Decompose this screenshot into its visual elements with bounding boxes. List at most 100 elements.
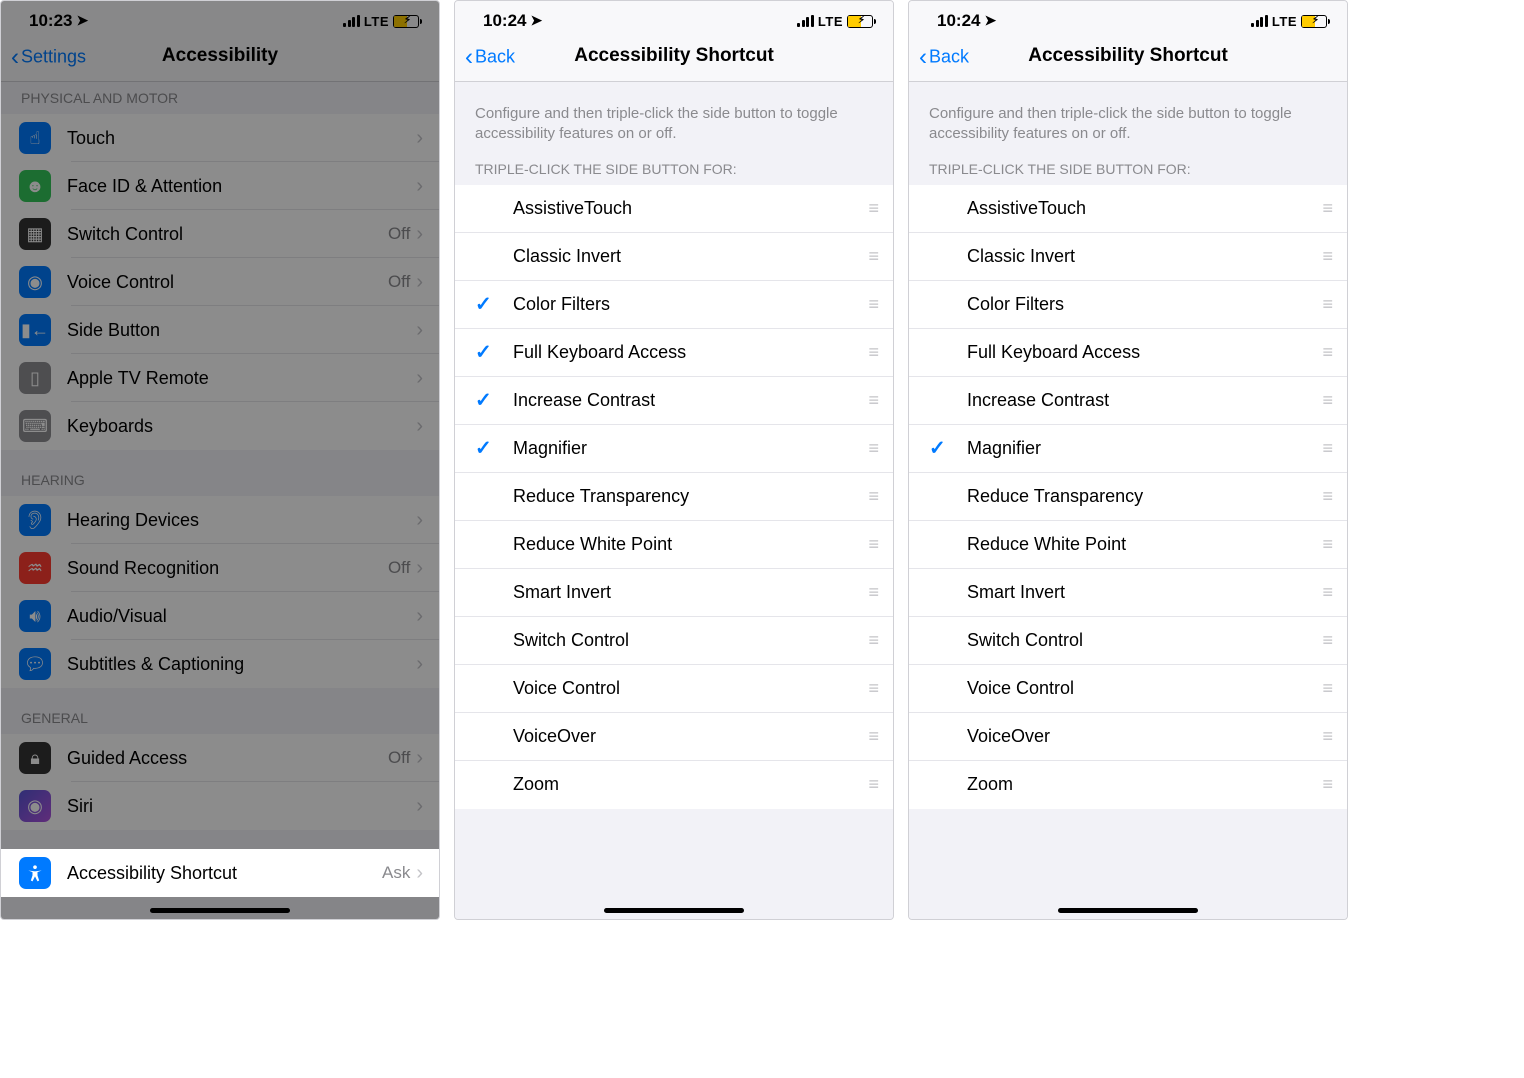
shortcut-row[interactable]: Voice Control≡ — [909, 665, 1347, 713]
voice-control-icon: ◉ — [19, 266, 51, 298]
shortcut-row[interactable]: Reduce White Point≡ — [909, 521, 1347, 569]
drag-handle-icon[interactable]: ≡ — [1322, 486, 1331, 507]
shortcut-row[interactable]: ✓Magnifier≡ — [909, 425, 1347, 473]
shortcut-row-label: Full Keyboard Access — [967, 342, 1322, 363]
row-accessibility-shortcut[interactable]: Accessibility Shortcut Ask › — [1, 849, 439, 897]
shortcut-row-label: Smart Invert — [967, 582, 1322, 603]
settings-content: PHYSICAL AND MOTOR ☝︎ Touch › ☻ Face ID … — [1, 82, 439, 919]
row-subtitles[interactable]: 💬︎ Subtitles & Captioning › — [1, 640, 439, 688]
drag-handle-icon[interactable]: ≡ — [1322, 678, 1331, 699]
shortcut-row[interactable]: Classic Invert≡ — [909, 233, 1347, 281]
row-value: Off — [388, 224, 410, 244]
row-side-button[interactable]: ▮← Side Button › — [1, 306, 439, 354]
drag-handle-icon[interactable]: ≡ — [868, 342, 877, 363]
shortcut-row[interactable]: AssistiveTouch≡ — [909, 185, 1347, 233]
row-keyboards[interactable]: ⌨︎ Keyboards › — [1, 402, 439, 450]
chevron-right-icon: › — [416, 605, 423, 628]
shortcut-row[interactable]: AssistiveTouch≡ — [455, 185, 893, 233]
list-physical: ☝︎ Touch › ☻ Face ID & Attention › ▦ Swi… — [1, 114, 439, 450]
shortcut-row[interactable]: ✓Increase Contrast≡ — [455, 377, 893, 425]
subtitles-icon: 💬︎ — [19, 648, 51, 680]
row-switch-control[interactable]: ▦ Switch Control Off › — [1, 210, 439, 258]
row-siri[interactable]: ◉ Siri › — [1, 782, 439, 830]
shortcut-row[interactable]: Increase Contrast≡ — [909, 377, 1347, 425]
location-arrow-icon: ➤ — [530, 12, 542, 29]
shortcut-row[interactable]: Classic Invert≡ — [455, 233, 893, 281]
drag-handle-icon[interactable]: ≡ — [868, 294, 877, 315]
back-button[interactable]: ‹ Settings — [11, 47, 86, 68]
shortcut-row-label: Reduce Transparency — [967, 486, 1322, 507]
row-hearing-devices[interactable]: 👂︎ Hearing Devices › — [1, 496, 439, 544]
shortcut-row-label: Magnifier — [967, 438, 1322, 459]
shortcut-row[interactable]: Reduce Transparency≡ — [455, 473, 893, 521]
drag-handle-icon[interactable]: ≡ — [868, 438, 877, 459]
shortcut-row-label: VoiceOver — [513, 726, 868, 747]
row-label: Siri — [67, 796, 416, 817]
shortcut-row[interactable]: Switch Control≡ — [909, 617, 1347, 665]
drag-handle-icon[interactable]: ≡ — [868, 726, 877, 747]
shortcut-row[interactable]: ✓Full Keyboard Access≡ — [455, 329, 893, 377]
row-apple-tv-remote[interactable]: ▯ Apple TV Remote › — [1, 354, 439, 402]
drag-handle-icon[interactable]: ≡ — [868, 486, 877, 507]
drag-handle-icon[interactable]: ≡ — [868, 582, 877, 603]
row-faceid[interactable]: ☻ Face ID & Attention › — [1, 162, 439, 210]
row-sound-recognition[interactable]: ♒︎ Sound Recognition Off › — [1, 544, 439, 592]
drag-handle-icon[interactable]: ≡ — [1322, 342, 1331, 363]
shortcut-row[interactable]: Smart Invert≡ — [455, 569, 893, 617]
drag-handle-icon[interactable]: ≡ — [868, 630, 877, 651]
row-guided-access[interactable]: 🔒︎ Guided Access Off › — [1, 734, 439, 782]
shortcut-row[interactable]: Full Keyboard Access≡ — [909, 329, 1347, 377]
back-button[interactable]: ‹ Back — [465, 47, 515, 68]
back-button[interactable]: ‹ Back — [919, 47, 969, 68]
shortcut-content: Configure and then triple-click the side… — [455, 82, 893, 919]
shortcut-row-label: Increase Contrast — [513, 390, 868, 411]
drag-handle-icon[interactable]: ≡ — [1322, 774, 1331, 795]
shortcut-row[interactable]: ✓Color Filters≡ — [455, 281, 893, 329]
drag-handle-icon[interactable]: ≡ — [1322, 534, 1331, 555]
home-indicator[interactable] — [604, 908, 744, 913]
row-touch[interactable]: ☝︎ Touch › — [1, 114, 439, 162]
shortcut-row[interactable]: Zoom≡ — [455, 761, 893, 809]
faceid-icon: ☻ — [19, 170, 51, 202]
drag-handle-icon[interactable]: ≡ — [868, 678, 877, 699]
drag-handle-icon[interactable]: ≡ — [1322, 294, 1331, 315]
row-value: Off — [388, 748, 410, 768]
guided-access-icon: 🔒︎ — [19, 742, 51, 774]
drag-handle-icon[interactable]: ≡ — [868, 390, 877, 411]
drag-handle-icon[interactable]: ≡ — [1322, 246, 1331, 267]
drag-handle-icon[interactable]: ≡ — [868, 774, 877, 795]
chevron-right-icon: › — [416, 415, 423, 438]
drag-handle-icon[interactable]: ≡ — [1322, 438, 1331, 459]
shortcut-row[interactable]: Reduce Transparency≡ — [909, 473, 1347, 521]
shortcut-row[interactable]: VoiceOver≡ — [909, 713, 1347, 761]
location-arrow-icon: ➤ — [76, 12, 88, 29]
shortcut-row[interactable]: VoiceOver≡ — [455, 713, 893, 761]
shortcut-row-label: Full Keyboard Access — [513, 342, 868, 363]
row-voice-control[interactable]: ◉ Voice Control Off › — [1, 258, 439, 306]
shortcut-row[interactable]: Reduce White Point≡ — [455, 521, 893, 569]
drag-handle-icon[interactable]: ≡ — [1322, 198, 1331, 219]
section-header-tripleclick: TRIPLE-CLICK THE SIDE BUTTON FOR: — [909, 153, 1347, 185]
home-indicator[interactable] — [1058, 908, 1198, 913]
home-indicator[interactable] — [150, 908, 290, 913]
shortcut-row[interactable]: Smart Invert≡ — [909, 569, 1347, 617]
drag-handle-icon[interactable]: ≡ — [1322, 582, 1331, 603]
battery-icon: ⚡︎ — [1301, 15, 1327, 28]
shortcut-row[interactable]: Zoom≡ — [909, 761, 1347, 809]
shortcut-row[interactable]: Voice Control≡ — [455, 665, 893, 713]
shortcut-row[interactable]: Switch Control≡ — [455, 617, 893, 665]
row-label: Face ID & Attention — [67, 176, 416, 197]
network-label: LTE — [818, 14, 843, 29]
drag-handle-icon[interactable]: ≡ — [1322, 390, 1331, 411]
accessibility-icon — [19, 857, 51, 889]
drag-handle-icon[interactable]: ≡ — [868, 534, 877, 555]
drag-handle-icon[interactable]: ≡ — [1322, 630, 1331, 651]
nav-title: Accessibility Shortcut — [1028, 45, 1228, 67]
shortcut-row[interactable]: ✓Magnifier≡ — [455, 425, 893, 473]
row-audio-visual[interactable]: 🔊︎ Audio/Visual › — [1, 592, 439, 640]
drag-handle-icon[interactable]: ≡ — [1322, 726, 1331, 747]
drag-handle-icon[interactable]: ≡ — [868, 198, 877, 219]
drag-handle-icon[interactable]: ≡ — [868, 246, 877, 267]
chevron-right-icon: › — [416, 271, 423, 294]
shortcut-row[interactable]: Color Filters≡ — [909, 281, 1347, 329]
